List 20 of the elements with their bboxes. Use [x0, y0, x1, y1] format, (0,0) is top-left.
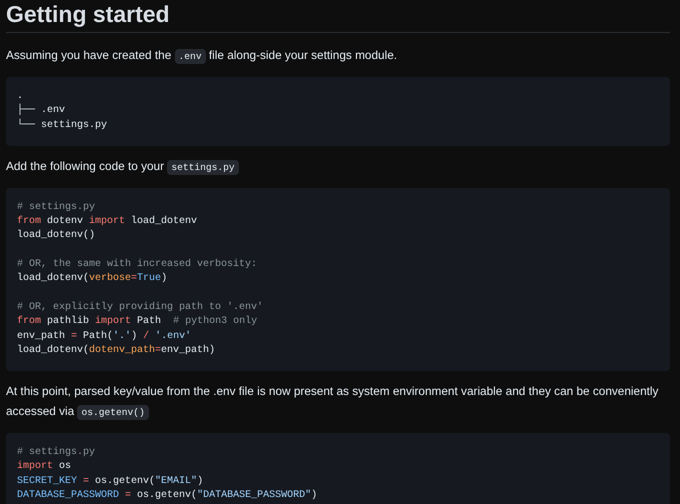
code-line: load_dotenv(verbose=True) [17, 272, 168, 286]
code-line: # OR, the same with increased verbosity: [17, 258, 258, 272]
code-line: DATABASE_PASSWORD = os.getenv("DATABASE_PASSWORD") [17, 489, 318, 504]
paragraph: Add the following code to your settings.py [6, 156, 670, 178]
code-line: └── settings.py [17, 118, 108, 133]
code-line: import os [17, 460, 72, 474]
code-line: # OR, explicitly providing path to '.env' [17, 300, 264, 315]
code-line: from dotenv import load_dotenv [17, 215, 198, 230]
page-heading: Getting started [6, 0, 170, 28]
code-line: from pathlib import Path # python3 only [17, 315, 258, 330]
code-line: ├── .env [17, 104, 66, 118]
code-line: SECRET_KEY = os.getenv("EMAIL") [17, 474, 204, 489]
code-line: # settings.py [17, 446, 96, 460]
paragraph: At this point, parsed key/value from the .env file is now present as system environment variable and they can be conveniently accessed via os.getenv() [6, 383, 660, 422]
code-line: env_path = Path('.') / '.env' [17, 330, 192, 344]
code-line: . [17, 90, 24, 104]
code-line: load_dotenv(dotenv_path=env_path) [17, 344, 216, 358]
code-line: load_dotenv() [17, 229, 96, 244]
paragraph: Assuming you have created the .env file along-side your settings module. [6, 47, 398, 66]
code-line: # settings.py [17, 200, 96, 215]
